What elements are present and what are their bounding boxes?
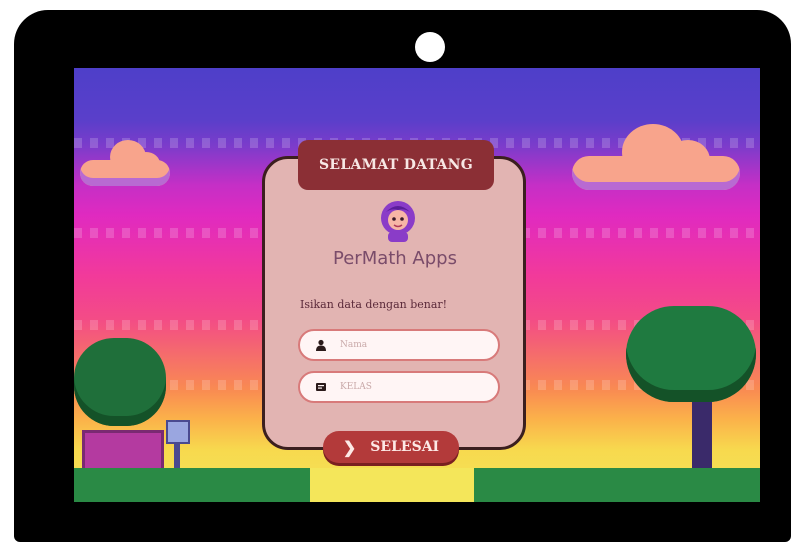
tree-icon [626, 306, 756, 402]
name-field[interactable] [298, 329, 500, 361]
app-name: PerMath Apps [333, 248, 457, 269]
app-logo-icon [381, 201, 415, 242]
tree-trunk [692, 398, 712, 472]
camera-icon [415, 32, 445, 62]
grass-ground [74, 468, 310, 502]
cloud-icon [572, 124, 740, 190]
submit-button-label: SELESAI [370, 439, 440, 455]
id-card-icon [314, 380, 328, 394]
grass-ground [474, 468, 760, 502]
welcome-header: SELAMAT DATANG [298, 140, 494, 190]
tree-icon [74, 338, 166, 426]
form-instruction: Isikan data dengan benar! [300, 298, 448, 311]
class-input[interactable] [338, 381, 482, 393]
yellow-path [310, 468, 474, 502]
user-icon [314, 338, 328, 352]
submit-button[interactable]: ❯ SELESAI [323, 431, 459, 463]
chevron-right-icon: ❯ [342, 437, 357, 457]
mailbox-icon [166, 420, 190, 444]
cloud-icon [80, 140, 170, 186]
name-input[interactable] [338, 339, 482, 351]
class-field[interactable] [298, 371, 500, 403]
